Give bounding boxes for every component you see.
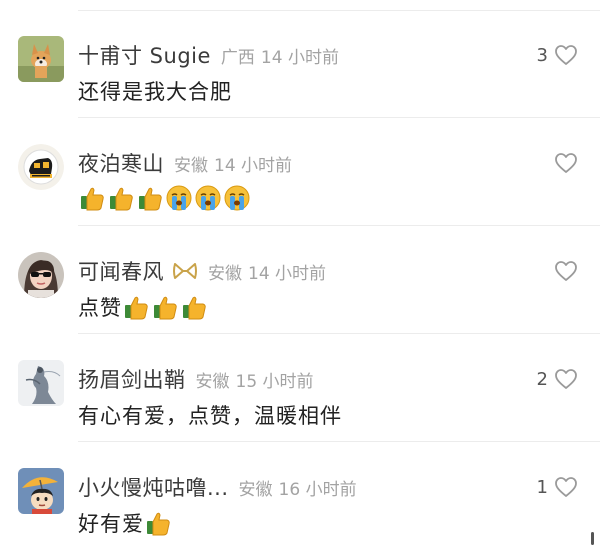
comment-text-body: 还得是我大合肥 (78, 80, 232, 104)
comment-item[interactable]: 可闻春风 安徽 14 小时前 点赞 (0, 226, 600, 334)
cartoon-kid-umbrella-avatar (18, 468, 64, 514)
like-count: 1 (536, 476, 548, 498)
comment-meta: 夜泊寒山 安徽 14 小时前 (78, 148, 292, 178)
thumbs-up-emoji (144, 509, 172, 537)
comment-text-body: 点赞 (78, 296, 122, 320)
comment-item[interactable]: 小火慢炖咕噜... 安徽 16 小时前 好有爱 1 (0, 442, 600, 545)
thumbs-up-emoji (151, 293, 179, 321)
thumbs-up-emoji (122, 293, 150, 321)
timestamp: 14 小时前 (214, 155, 293, 176)
username[interactable]: 夜泊寒山 (78, 148, 164, 178)
comment-list: 十甫寸 Sugie 广西 14 小时前 还得是我大合肥 3 夜泊寒山 安徽 14… (0, 0, 600, 545)
comment-text: 有心有爱，点赞，温暖相伴 (78, 400, 342, 430)
avatar[interactable] (18, 468, 64, 514)
like-button[interactable]: 2 (537, 368, 578, 390)
avatar[interactable] (18, 36, 64, 82)
timestamp: 15 小时前 (235, 371, 314, 392)
comment-text: 好有爱 (78, 508, 173, 538)
like-count: 2 (536, 368, 548, 390)
timestamp: 16 小时前 (278, 479, 357, 500)
comment-item[interactable]: 扬眉剑出鞘 安徽 15 小时前 有心有爱，点赞，温暖相伴 2 (0, 334, 600, 442)
timestamp: 14 小时前 (248, 263, 327, 284)
location: 安徽 (208, 263, 242, 284)
heart-icon (555, 45, 577, 65)
crying-face-emoji (194, 184, 222, 212)
thumbs-up-emoji (180, 293, 208, 321)
location: 广西 (220, 47, 255, 68)
woman-sunglasses-avatar (18, 252, 64, 298)
comment-meta: 小火慢炖咕噜... 安徽 16 小时前 (78, 472, 357, 502)
comment-text (78, 184, 252, 212)
comment-meta: 十甫寸 Sugie 广西 14 小时前 (78, 40, 339, 70)
thumbs-up-emoji (78, 184, 106, 212)
comment-item[interactable]: 夜泊寒山 安徽 14 小时前 (0, 118, 600, 226)
timestamp: 14 小时前 (260, 47, 339, 68)
comment-text: 还得是我大合肥 (78, 76, 232, 106)
avatar[interactable] (18, 252, 64, 298)
cartoon-logo-avatar (18, 144, 64, 190)
username[interactable]: 扬眉剑出鞘 (78, 364, 186, 394)
scrollbar-thumb[interactable] (591, 532, 594, 545)
heart-icon (555, 153, 577, 173)
comment-item[interactable]: 十甫寸 Sugie 广西 14 小时前 还得是我大合肥 3 (0, 10, 600, 118)
comment-text: 点赞 (78, 292, 209, 322)
heart-icon (555, 369, 577, 389)
username[interactable]: 小火慢炖咕噜... (78, 472, 229, 502)
location: 安徽 (238, 479, 273, 500)
crying-face-emoji (165, 184, 193, 212)
avatar[interactable] (18, 360, 64, 406)
like-count: 3 (536, 44, 548, 66)
like-button[interactable] (548, 152, 578, 174)
thumbs-up-emoji (136, 184, 164, 212)
comment-text-body: 有心有爱，点赞，温暖相伴 (78, 404, 342, 428)
like-button[interactable]: 3 (537, 44, 578, 66)
username[interactable]: 十甫寸 Sugie (78, 40, 211, 70)
ink-painting-avatar (18, 360, 64, 406)
avatar[interactable] (18, 144, 64, 190)
comment-text-body: 好有爱 (78, 512, 144, 536)
comment-meta: 扬眉剑出鞘 安徽 15 小时前 (78, 364, 314, 394)
username[interactable]: 可闻春风 (78, 256, 164, 286)
location: 安徽 (195, 371, 230, 392)
location: 安徽 (174, 155, 208, 176)
heart-icon (555, 477, 577, 497)
like-button[interactable] (548, 260, 578, 282)
comment-meta: 可闻春风 安徽 14 小时前 (78, 256, 326, 286)
like-button[interactable]: 1 (537, 476, 578, 498)
crying-face-emoji (223, 184, 251, 212)
corgi-dog-avatar (18, 36, 64, 82)
thumbs-up-emoji (107, 184, 135, 212)
gold-ribbon-badge-icon (172, 260, 198, 282)
heart-icon (555, 261, 577, 281)
